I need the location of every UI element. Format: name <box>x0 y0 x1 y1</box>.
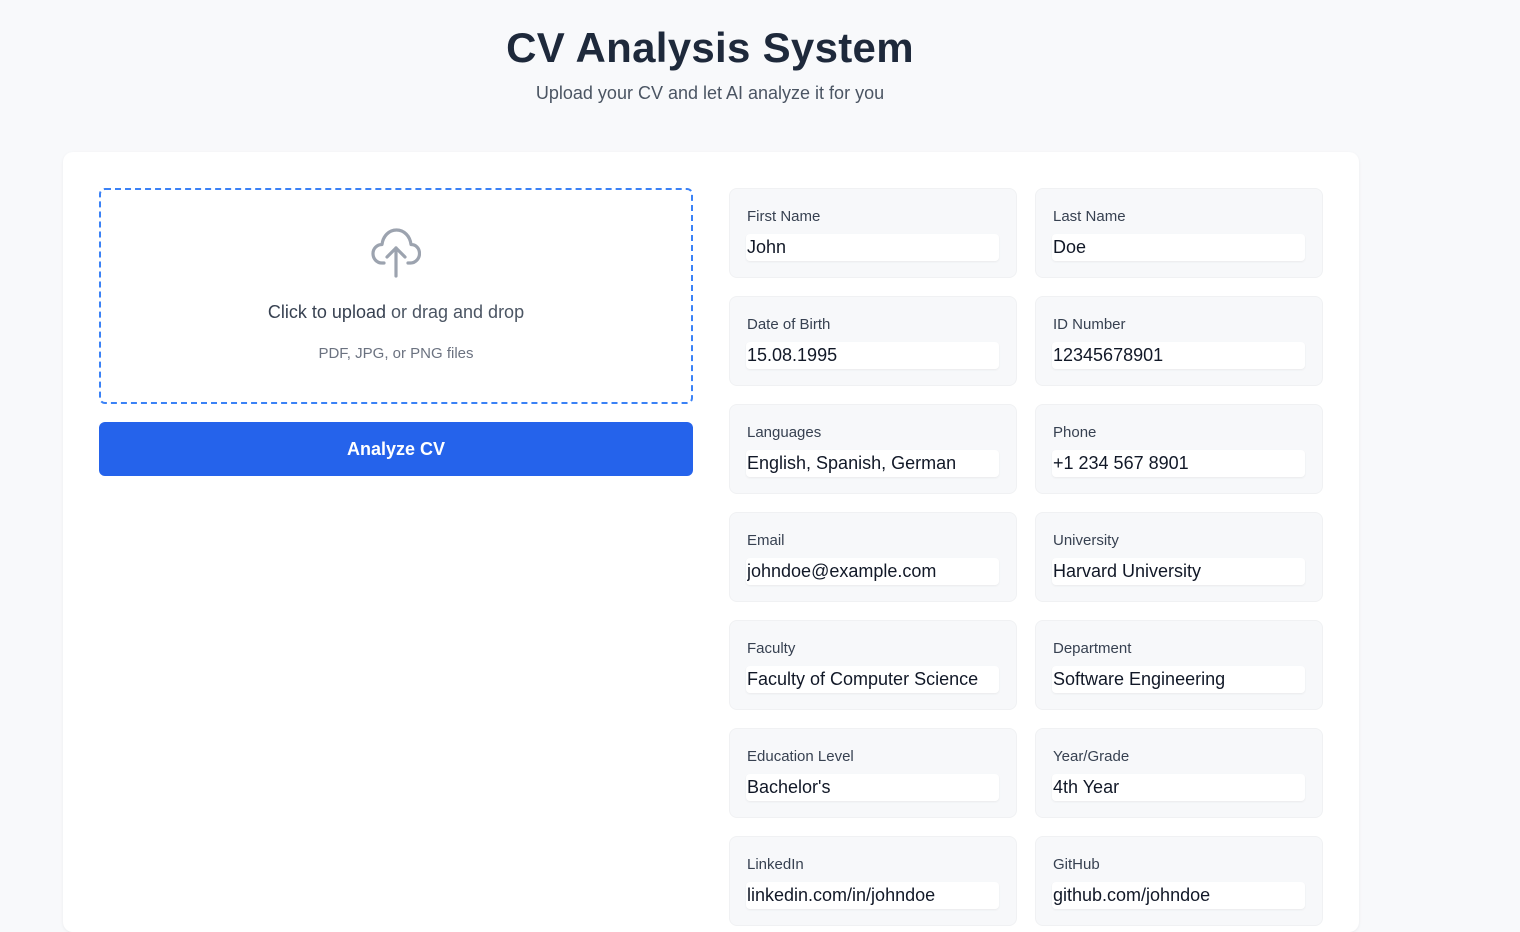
id-number-input[interactable] <box>1052 342 1305 369</box>
field-id-number: ID Number <box>1035 296 1323 386</box>
department-input[interactable] <box>1052 666 1305 693</box>
field-label: University <box>1053 532 1119 549</box>
field-label: ID Number <box>1053 316 1126 333</box>
field-date-of-birth: Date of Birth <box>729 296 1017 386</box>
field-label: Email <box>747 532 785 549</box>
field-label: Education Level <box>747 748 854 765</box>
year-grade-input[interactable] <box>1052 774 1305 801</box>
linkedin-input[interactable] <box>746 882 999 909</box>
education-level-input[interactable] <box>746 774 999 801</box>
field-email: Email <box>729 512 1017 602</box>
field-linkedin: LinkedIn <box>729 836 1017 926</box>
field-label: Last Name <box>1053 208 1126 225</box>
languages-input[interactable] <box>746 450 999 477</box>
date-of-birth-input[interactable] <box>746 342 999 369</box>
field-first-name: First Name <box>729 188 1017 278</box>
university-input[interactable] <box>1052 558 1305 585</box>
cv-fields-grid: First Name Last Name Date of Birth ID Nu… <box>729 188 1323 926</box>
first-name-input[interactable] <box>746 234 999 261</box>
main-card: Click to upload or drag and drop PDF, JP… <box>63 152 1359 932</box>
email-input[interactable] <box>746 558 999 585</box>
field-label: Faculty <box>747 640 796 657</box>
last-name-input[interactable] <box>1052 234 1305 261</box>
field-label: Department <box>1053 640 1132 657</box>
field-university: University <box>1035 512 1323 602</box>
field-education-level: Education Level <box>729 728 1017 818</box>
click-to-upload-link[interactable]: Click to upload <box>268 302 386 322</box>
field-phone: Phone <box>1035 404 1323 494</box>
analyze-cv-button[interactable]: Analyze CV <box>99 422 693 476</box>
upload-dropzone[interactable]: Click to upload or drag and drop PDF, JP… <box>99 188 693 404</box>
file-type-hint: PDF, JPG, or PNG files <box>318 345 474 362</box>
page-title: CV Analysis System <box>506 24 914 71</box>
field-label: Date of Birth <box>747 316 831 333</box>
field-label: GitHub <box>1053 856 1100 873</box>
field-label: Languages <box>747 424 822 441</box>
field-label: Phone <box>1053 424 1097 441</box>
faculty-input[interactable] <box>746 666 999 693</box>
field-languages: Languages <box>729 404 1017 494</box>
drag-drop-text: or drag and drop <box>385 302 525 322</box>
phone-input[interactable] <box>1052 450 1305 477</box>
cloud-upload-icon <box>371 228 421 278</box>
field-last-name: Last Name <box>1035 188 1323 278</box>
field-faculty: Faculty <box>729 620 1017 710</box>
field-label: Year/Grade <box>1053 748 1130 765</box>
field-year-grade: Year/Grade <box>1035 728 1323 818</box>
field-github: GitHub <box>1035 836 1323 926</box>
page-subtitle: Upload your CV and let AI analyze it for… <box>535 83 885 103</box>
field-label: LinkedIn <box>747 856 804 873</box>
upload-instruction: Click to upload or drag and drop <box>101 302 691 323</box>
field-label: First Name <box>747 208 821 225</box>
github-input[interactable] <box>1052 882 1305 909</box>
field-department: Department <box>1035 620 1323 710</box>
